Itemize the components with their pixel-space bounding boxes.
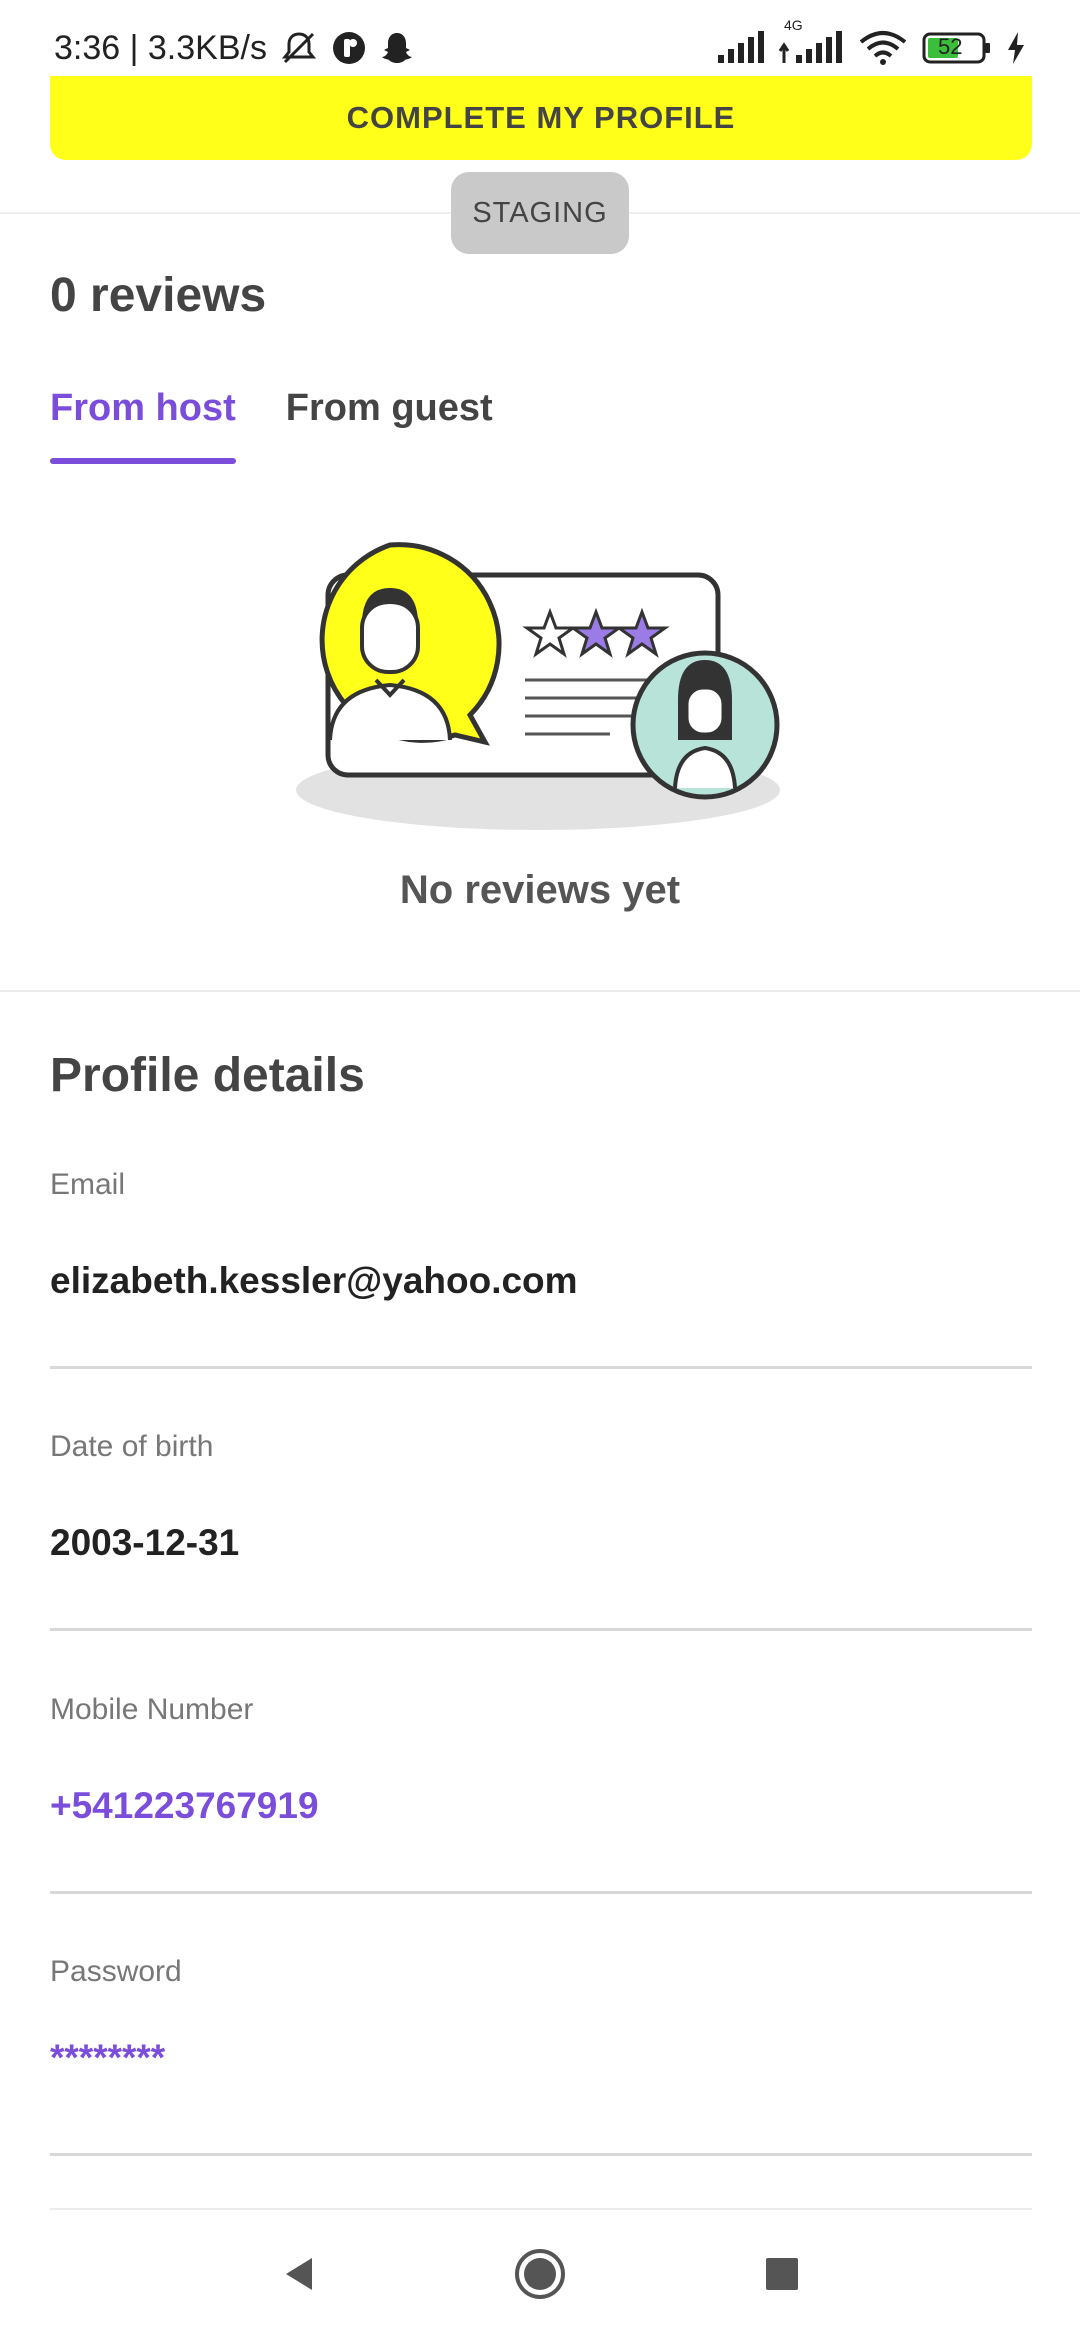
no-reviews-text: No reviews yet (399, 868, 681, 912)
battery-icon: 52 (922, 31, 992, 65)
signal-icon (716, 31, 764, 65)
email-field[interactable]: Email elizabeth.kessler@yahoo.com (50, 1168, 1032, 1369)
wifi-icon (858, 30, 908, 66)
home-icon[interactable] (510, 2244, 570, 2304)
back-icon[interactable] (270, 2244, 330, 2304)
tab-from-guest[interactable]: From guest (286, 378, 493, 464)
review-tabs: From host From guest (50, 378, 493, 464)
tab-from-host[interactable]: From host (50, 378, 236, 464)
system-nav-bar (0, 2220, 1080, 2340)
divider (50, 2208, 1032, 2210)
date-of-birth-label: Date of birth (50, 1430, 214, 1463)
password-value: ******** (50, 2037, 166, 2078)
mute-icon (279, 28, 319, 68)
signal-4g-icon: 4G (778, 17, 844, 65)
divider (0, 990, 1080, 992)
field-underline (50, 1628, 1032, 1631)
status-time-speed: 3:36 | 3.3KB/s (54, 28, 267, 67)
app-icon (331, 30, 367, 66)
charging-icon (1006, 32, 1026, 64)
mobile-number-value: +541223767919 (50, 1785, 319, 1826)
reviews-title: 0 reviews (50, 269, 267, 322)
date-of-birth-field[interactable]: Date of birth 2003-12-31 (50, 1430, 1032, 1631)
field-underline (50, 2153, 1032, 2156)
status-left: 3:36 | 3.3KB/s (54, 28, 415, 68)
staging-badge: STAGING (451, 172, 629, 254)
password-field[interactable]: Password ******** (50, 1955, 1032, 2156)
profile-details-title: Profile details (50, 1049, 365, 1102)
field-underline (50, 1891, 1032, 1894)
snapchat-icon (379, 30, 415, 66)
email-value: elizabeth.kessler@yahoo.com (50, 1260, 578, 1301)
no-reviews-illustration (280, 530, 800, 840)
mobile-number-label: Mobile Number (50, 1693, 254, 1726)
complete-profile-button[interactable]: COMPLETE MY PROFILE (50, 76, 1032, 160)
email-label: Email (50, 1168, 126, 1201)
password-label: Password (50, 1955, 182, 1988)
battery-level: 52 (938, 34, 963, 59)
status-right: 4G 52 (716, 17, 1026, 66)
field-underline (50, 1366, 1032, 1369)
mobile-number-field[interactable]: Mobile Number +541223767919 (50, 1693, 1032, 1894)
date-of-birth-value: 2003-12-31 (50, 1522, 240, 1563)
network-label: 4G (784, 17, 803, 33)
recents-icon[interactable] (752, 2244, 812, 2304)
